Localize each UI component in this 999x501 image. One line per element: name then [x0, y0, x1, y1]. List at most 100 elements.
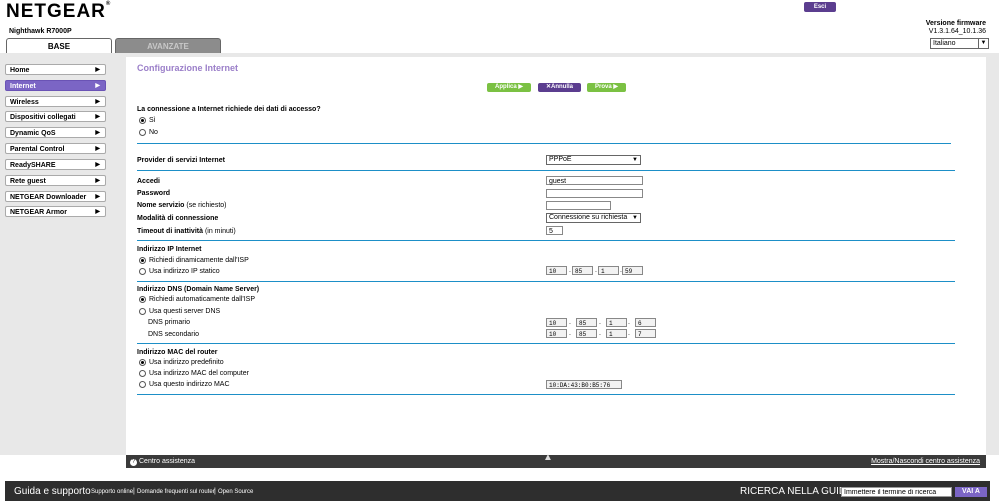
divider	[137, 240, 955, 241]
mac-custom-option[interactable]: Usa questo indirizzo MAC	[139, 381, 230, 388]
ip-dot: .	[628, 330, 630, 337]
sidebar-item-dynamic-qos[interactable]: Dynamic QoS ▶	[5, 127, 106, 138]
help-center-bar: ? Centro assistenza ▲ Mostra/Nascondi cen…	[126, 452, 986, 468]
apply-button[interactable]: Applica ▶	[487, 83, 531, 92]
radio-no[interactable]	[139, 129, 146, 136]
chevron-right-icon: ▶	[95, 209, 100, 215]
mac-section-title: Indirizzo MAC del router	[137, 349, 218, 356]
connection-mode-select[interactable]: Connessione su richiesta ▼	[546, 213, 641, 223]
chevron-right-icon: ▶	[95, 67, 100, 73]
ip-dot: .	[599, 319, 601, 326]
help-center-link[interactable]: ? Centro assistenza	[130, 455, 195, 468]
footer-link-faq[interactable]: Domande frequenti sul router	[137, 489, 215, 495]
sidebar-item-wireless[interactable]: Wireless ▶	[5, 96, 106, 107]
username-label: Accedi	[137, 178, 160, 185]
ip-dynamic-option[interactable]: Richiedi dinamicamente dall'ISP	[139, 257, 249, 264]
footer-separator: |	[133, 488, 135, 495]
dns2-octet-3[interactable]: 1	[606, 329, 627, 338]
tab-base[interactable]: BASE	[6, 38, 112, 54]
username-input[interactable]: guest	[546, 176, 643, 185]
chevron-right-icon: ▶	[95, 146, 100, 152]
sidebar-item-home[interactable]: Home ▶	[5, 64, 106, 75]
ip-octet-3[interactable]: 1	[598, 266, 619, 275]
sidebar-item-readyshare[interactable]: ReadySHARE ▶	[5, 159, 106, 170]
toggle-help-link[interactable]: Mostra/Nascondi centro assistenza	[871, 455, 980, 468]
ip-dot: .	[595, 267, 597, 274]
main-panel	[126, 57, 986, 455]
divider	[137, 170, 955, 171]
sidebar-item-armor[interactable]: NETGEAR Armor ▶	[5, 206, 106, 217]
footer-link-open-source[interactable]: Open Source	[218, 489, 253, 495]
password-input[interactable]	[546, 189, 643, 198]
login-no-option[interactable]: No	[139, 129, 158, 136]
mac-computer-option[interactable]: Usa indirizzo MAC del computer	[139, 370, 249, 377]
footer-title: Guida e supporto	[14, 486, 91, 497]
radio-mac-custom[interactable]	[139, 381, 146, 388]
search-label: RICERCA NELLA GUIDA	[740, 486, 853, 497]
dns1-octet-2[interactable]: 85	[576, 318, 597, 327]
radio-mac-computer[interactable]	[139, 370, 146, 377]
logout-button[interactable]: Esci	[804, 2, 836, 12]
dns-manual-option[interactable]: Usa questi server DNS	[139, 308, 220, 315]
ip-octet-4[interactable]: 59	[622, 266, 643, 275]
ip-dot: .	[569, 267, 571, 274]
language-select[interactable]: Italiano ▼	[930, 38, 989, 49]
isp-select[interactable]: PPPoE ▼	[546, 155, 641, 165]
dns2-octet-4[interactable]: 7	[635, 329, 656, 338]
sidebar-item-downloader[interactable]: NETGEAR Downloader ▶	[5, 191, 106, 202]
radio-dns-auto[interactable]	[139, 296, 146, 303]
chevron-right-icon: ▶	[95, 99, 100, 105]
firmware-version: V1.3.1.64_10.1.36	[928, 28, 986, 35]
sidebar-item-devices[interactable]: Dispositivi collegati ▶	[5, 111, 106, 122]
radio-yes[interactable]	[139, 117, 146, 124]
sidebar-item-parental-control[interactable]: Parental Control ▶	[5, 143, 106, 154]
service-name-label: Nome servizio (se richiesto)	[137, 202, 227, 209]
divider	[137, 394, 955, 395]
radio-ip-static[interactable]	[139, 268, 146, 275]
sidebar-item-internet[interactable]: Internet ▶	[5, 80, 106, 91]
dns2-octet-1[interactable]: 10	[546, 329, 567, 338]
radio-dns-manual[interactable]	[139, 308, 146, 315]
ip-dot: .	[569, 330, 571, 337]
sidebar-item-guest-network[interactable]: Rete guest ▶	[5, 175, 106, 186]
divider	[137, 343, 955, 344]
timeout-input[interactable]: 5	[546, 226, 563, 235]
chevron-right-icon: ▶	[95, 162, 100, 168]
chevron-right-icon: ▶	[95, 194, 100, 200]
footer-link-support[interactable]: Supporto online	[91, 489, 133, 495]
ip-octet-2[interactable]: 85	[572, 266, 593, 275]
cancel-button[interactable]: ✕Annulla	[538, 83, 581, 92]
login-yes-option[interactable]: Sì	[139, 117, 156, 124]
dns-auto-option[interactable]: Richiedi automaticamente dall'ISP	[139, 296, 255, 303]
mac-address-input[interactable]: 10:DA:43:B0:B5:76	[546, 380, 622, 389]
dns-secondary-label: DNS secondario	[148, 331, 199, 338]
dns2-octet-2[interactable]: 85	[576, 329, 597, 338]
ip-static-option[interactable]: Usa indirizzo IP statico	[139, 268, 220, 275]
ip-octet-1[interactable]: 10	[546, 266, 567, 275]
footer: Guida e supporto Supporto online | Doman…	[5, 481, 990, 501]
mac-default-option[interactable]: Usa indirizzo predefinito	[139, 359, 224, 366]
dns-section-title: Indirizzo DNS (Domain Name Server)	[137, 286, 260, 293]
chevron-down-icon: ▼	[632, 215, 638, 221]
tab-advanced[interactable]: AVANZATE	[115, 38, 221, 54]
dns1-octet-3[interactable]: 1	[606, 318, 627, 327]
dns-primary-label: DNS primario	[148, 319, 191, 326]
radio-ip-dynamic[interactable]	[139, 257, 146, 264]
password-label: Password	[137, 190, 171, 197]
login-question: La connessione a Internet richiede dei d…	[137, 106, 321, 113]
search-input[interactable]	[841, 487, 952, 497]
service-name-input[interactable]	[546, 201, 611, 210]
radio-mac-default[interactable]	[139, 359, 146, 366]
chevron-right-icon: ▶	[95, 130, 100, 136]
dns1-octet-4[interactable]: 6	[635, 318, 656, 327]
divider	[137, 281, 955, 282]
chevron-up-icon[interactable]: ▲	[543, 451, 553, 464]
chevron-right-icon: ▶	[95, 114, 100, 120]
test-button[interactable]: Prova ▶	[587, 83, 626, 92]
dns1-octet-1[interactable]: 10	[546, 318, 567, 327]
search-button[interactable]: VAI A	[955, 487, 987, 497]
divider	[137, 143, 951, 144]
ip-dot: .	[599, 330, 601, 337]
footer-separator: |	[214, 488, 216, 495]
ip-dot: .	[569, 319, 571, 326]
